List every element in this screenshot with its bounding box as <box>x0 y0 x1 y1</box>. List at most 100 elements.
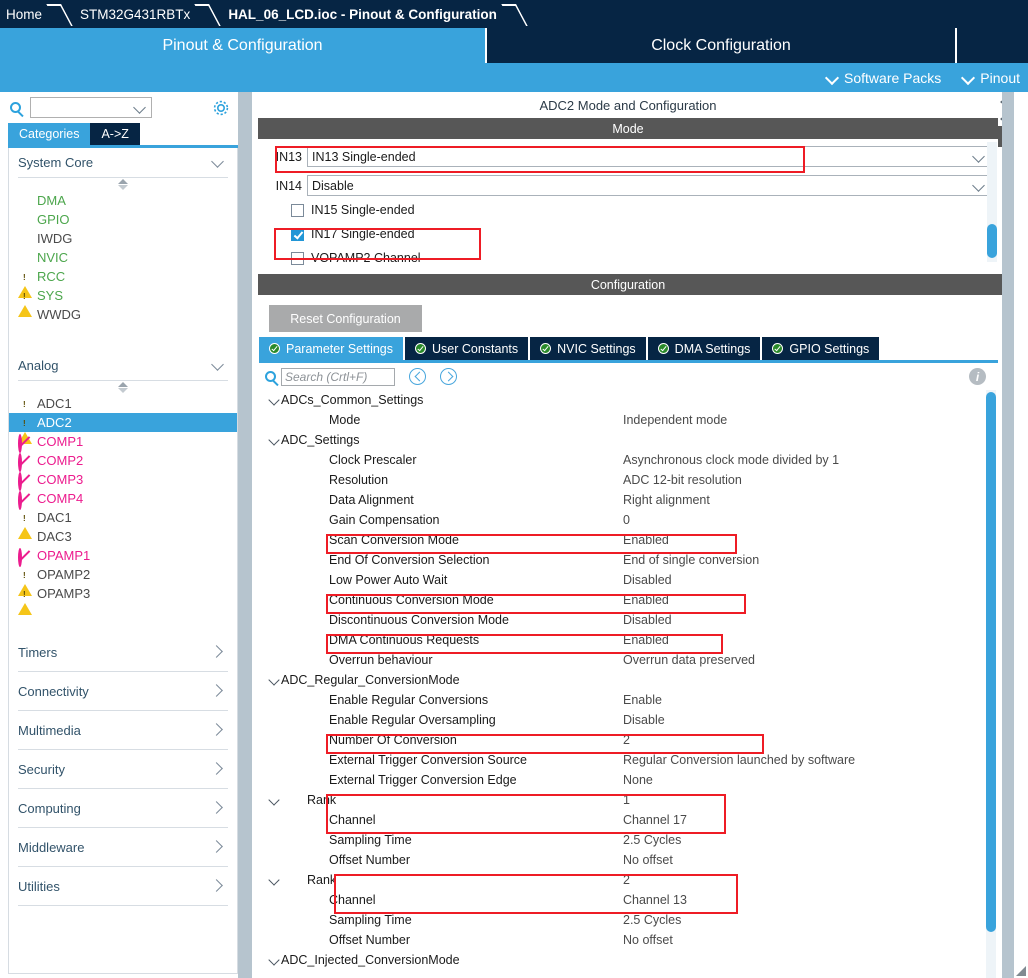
tab-nvic-settings[interactable]: NVIC Settings <box>530 337 648 360</box>
left-panel-scrollbar[interactable] <box>238 92 252 978</box>
chevron-down-icon[interactable] <box>259 430 281 450</box>
parameter-row[interactable]: Continuous Conversion Mode Enabled <box>259 590 986 610</box>
parameter-row[interactable]: Enable Regular Oversampling Disable <box>259 710 986 730</box>
parameter-value[interactable]: End of single conversion <box>623 553 759 567</box>
parameter-value[interactable]: ADC 12-bit resolution <box>623 473 742 487</box>
parameter-value[interactable]: 2 <box>623 733 630 747</box>
ip-item-comp3[interactable]: COMP3 <box>9 470 237 491</box>
parameter-row[interactable]: Channel Channel 13 <box>259 890 986 910</box>
parameter-row[interactable]: Offset Number No offset <box>259 930 986 950</box>
gear-icon[interactable] <box>210 97 232 119</box>
parameter-row[interactable]: Sampling Time 2.5 Cycles <box>259 830 986 850</box>
chevron-down-icon[interactable] <box>259 950 281 970</box>
parameter-value[interactable]: Right alignment <box>623 493 710 507</box>
ip-item-iwdg[interactable]: IWDG <box>9 229 237 248</box>
parameter-row[interactable]: Mode Independent mode <box>259 410 986 430</box>
parameter-value[interactable]: No offset <box>623 933 673 947</box>
parameter-row[interactable]: Resolution ADC 12-bit resolution <box>259 470 986 490</box>
parameter-value[interactable]: None <box>623 773 653 787</box>
category-header-middleware[interactable]: Middleware <box>18 828 228 867</box>
chevron-right-circle-icon[interactable] <box>440 368 457 385</box>
ip-item-adc1[interactable]: ADC1 <box>9 394 237 425</box>
menu-pinout[interactable]: Pinout <box>963 70 1020 86</box>
parameter-value[interactable]: 1 <box>623 793 630 807</box>
tab-clock-configuration[interactable]: Clock Configuration <box>485 28 955 63</box>
parameter-row[interactable]: Rank 1 <box>259 790 986 810</box>
breadcrumb-item-device[interactable]: STM32G431RBTx <box>74 7 196 22</box>
parameter-row[interactable]: Rank 2 <box>259 870 986 890</box>
parameter-row[interactable]: ADC_Injected_ConversionMode <box>259 950 986 970</box>
parameter-row[interactable]: Number Of Conversion 2 <box>259 730 986 750</box>
ip-item-comp1[interactable]: COMP1 <box>9 432 237 453</box>
parameter-row[interactable]: Clock Prescaler Asynchronous clock mode d… <box>259 450 986 470</box>
mode-row-in14-select[interactable]: Disable <box>307 175 992 196</box>
mode-row-vopamp2[interactable]: VOPAMP2 Channel <box>259 246 995 265</box>
parameter-row[interactable]: End Of Conversion Selection End of single… <box>259 550 986 570</box>
ip-item-dac1[interactable]: DAC1 <box>9 508 237 539</box>
parameter-value[interactable]: Disabled <box>623 613 672 627</box>
category-header-connectivity[interactable]: Connectivity <box>18 672 228 711</box>
scroll-spinner-up[interactable] <box>9 178 237 191</box>
tab-dma-settings[interactable]: DMA Settings <box>647 337 763 360</box>
parameter-row[interactable]: Overrun behaviour Overrun data preserved <box>259 650 986 670</box>
parameter-row[interactable]: External Trigger Conversion Source Regula… <box>259 750 986 770</box>
parameter-value[interactable]: 0 <box>623 513 630 527</box>
category-header-timers[interactable]: Timers <box>18 633 228 672</box>
ip-item-opamp1[interactable]: OPAMP1 <box>9 546 237 567</box>
scroll-spinner-up-analog[interactable] <box>9 381 237 394</box>
chevron-down-icon[interactable] <box>259 790 281 810</box>
parameter-value[interactable]: Enabled <box>623 533 669 547</box>
info-icon[interactable]: i <box>969 368 986 385</box>
parameter-value[interactable]: Independent mode <box>623 413 727 427</box>
mode-row-in17[interactable]: IN17 Single-ended <box>259 222 995 246</box>
parameter-row[interactable]: Sampling Time 2.5 Cycles <box>259 910 986 930</box>
tab-pinout-and-configuration[interactable]: Pinout & Configuration <box>0 28 485 63</box>
category-header-security[interactable]: Security <box>18 750 228 789</box>
tab-parameter-settings[interactable]: Parameter Settings <box>259 337 405 360</box>
parameter-value[interactable]: 2.5 Cycles <box>623 913 681 927</box>
mode-row-in13-select[interactable]: IN13 Single-ended <box>307 146 992 167</box>
parameter-row[interactable]: Offset Number No offset <box>259 850 986 870</box>
category-header-analog[interactable]: Analog <box>18 351 228 381</box>
parameter-row[interactable]: External Trigger Conversion Edge None <box>259 770 986 790</box>
ip-item-comp4[interactable]: COMP4 <box>9 489 237 510</box>
tab-user-constants[interactable]: User Constants <box>405 337 531 360</box>
parameter-value[interactable]: Overrun data preserved <box>623 653 755 667</box>
tab-categories[interactable]: Categories <box>8 123 91 145</box>
ip-item-adc2[interactable]: ADC2 <box>9 413 237 444</box>
breadcrumb-item-project[interactable]: HAL_06_LCD.ioc - Pinout & Configuration <box>222 7 503 22</box>
chevron-left-circle-icon[interactable] <box>409 368 426 385</box>
ip-item-dac3[interactable]: DAC3 <box>9 527 237 546</box>
right-panel-scrollbar[interactable] <box>1002 92 1014 978</box>
ip-item-rcc[interactable]: RCC <box>9 267 237 298</box>
parameter-row[interactable]: Scan Conversion Mode Enabled <box>259 530 986 550</box>
menu-software-packs[interactable]: Software Packs <box>827 70 941 86</box>
checkbox-vopamp2[interactable] <box>291 251 304 265</box>
tab-a-to-z[interactable]: A->Z <box>90 123 140 145</box>
parameter-value[interactable]: No offset <box>623 853 673 867</box>
parameter-value[interactable]: Disable <box>623 713 665 727</box>
category-header-multimedia[interactable]: Multimedia <box>18 711 228 750</box>
ip-item-opamp2[interactable]: OPAMP2 <box>9 565 237 596</box>
parameter-row[interactable]: Enable Regular Conversions Enable <box>259 690 986 710</box>
mode-box-scrollbar-thumb[interactable] <box>987 224 997 258</box>
parameter-value[interactable]: Enabled <box>623 593 669 607</box>
parameter-row[interactable]: Data Alignment Right alignment <box>259 490 986 510</box>
tab-extra[interactable] <box>955 28 1028 63</box>
parameter-value[interactable]: Disabled <box>623 573 672 587</box>
parameter-row[interactable]: Gain Compensation 0 <box>259 510 986 530</box>
chevron-down-icon[interactable] <box>259 390 281 410</box>
parameter-row[interactable]: DMA Continuous Requests Enabled <box>259 630 986 650</box>
parameter-search-input[interactable]: Search (Crtl+F) <box>281 367 395 386</box>
ip-search-combo[interactable] <box>30 97 152 118</box>
parameter-tree-scrollbar-thumb[interactable] <box>986 392 996 932</box>
ip-item-dma[interactable]: DMA <box>9 191 237 210</box>
parameter-value[interactable]: 2.5 Cycles <box>623 833 681 847</box>
ip-item-comp2[interactable]: COMP2 <box>9 451 237 472</box>
category-header-utilities[interactable]: Utilities <box>18 867 228 906</box>
ip-item-nvic[interactable]: NVIC <box>9 248 237 267</box>
parameter-row[interactable]: Discontinuous Conversion Mode Disabled <box>259 610 986 630</box>
category-header-computing[interactable]: Computing <box>18 789 228 828</box>
parameter-value[interactable]: Channel 13 <box>623 893 687 907</box>
parameter-row[interactable]: Low Power Auto Wait Disabled <box>259 570 986 590</box>
